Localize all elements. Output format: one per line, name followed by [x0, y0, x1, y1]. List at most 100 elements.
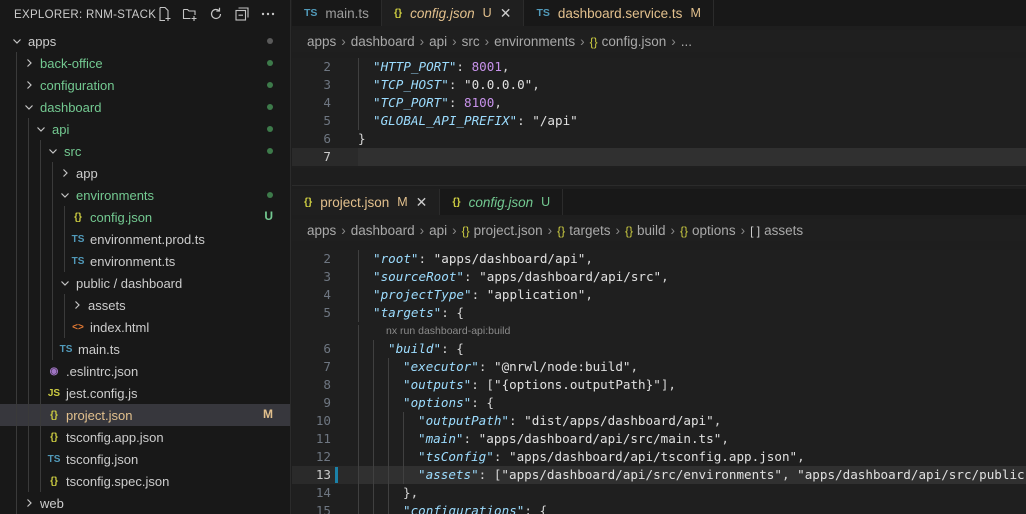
bottom-editor[interactable]: 2 "root": "apps/dashboard/api", 3 "sourceRo…	[292, 250, 1026, 514]
tree-folder[interactable]: api	[0, 118, 290, 140]
chevron-down-icon	[10, 34, 24, 48]
chevron-right-icon	[22, 496, 36, 510]
breadcrumb-item[interactable]: dashboard	[351, 223, 415, 238]
code-line[interactable]: 7	[292, 148, 1026, 166]
tree-folder[interactable]: configuration	[0, 74, 290, 96]
code-line[interactable]: 14},	[292, 484, 1026, 502]
code-line[interactable]: 12 "tsConfig": "apps/dashboard/api/tsconf…	[292, 448, 1026, 466]
tree-folder[interactable]: app	[0, 162, 290, 184]
tree-file[interactable]: TS environment.prod.ts	[0, 228, 290, 250]
code-token: ],	[660, 377, 676, 392]
tree-folder[interactable]: apps	[0, 30, 290, 52]
tree-file[interactable]: ◉ .eslintrc.json	[0, 360, 290, 382]
code-line[interactable]: 6}	[292, 130, 1026, 148]
tree-folder[interactable]: environments	[0, 184, 290, 206]
breadcrumb-item[interactable]: {} build	[625, 223, 666, 238]
code-token: :	[509, 413, 525, 428]
editor-tab[interactable]: {} project.json M ✕	[292, 189, 441, 215]
code-line[interactable]: 5 "targets": {	[292, 304, 1026, 322]
code-line[interactable]: 9 "options": {	[292, 394, 1026, 412]
editor-tab[interactable]: {} config.json U	[440, 189, 564, 215]
tree-file[interactable]: TS environment.ts	[0, 250, 290, 272]
code-line[interactable]: 7 "executor": "@nrwl/node:build",	[292, 358, 1026, 376]
chevron-right-icon: ›	[740, 222, 746, 238]
tree-folder[interactable]: back-office	[0, 52, 290, 74]
tree-file[interactable]: JS jest.config.js	[0, 382, 290, 404]
indent-guide	[28, 426, 29, 448]
new-folder-icon[interactable]	[182, 6, 198, 22]
more-icon[interactable]	[260, 6, 276, 22]
breadcrumb-label: environments	[494, 33, 576, 49]
collapse-all-icon[interactable]	[234, 6, 250, 22]
code-text: "tsConfig": "apps/dashboard/api/tsconfig…	[418, 448, 805, 466]
code-line[interactable]: 13 "assets": ["apps/dashboard/api/src/env…	[292, 466, 1026, 484]
code-token: : [	[471, 377, 494, 392]
breadcrumb-item[interactable]: {} config.json	[590, 34, 667, 49]
tree-folder[interactable]: assets	[0, 294, 290, 316]
new-file-icon[interactable]	[156, 6, 172, 22]
code-line[interactable]: 5 "GLOBAL_API_PREFIX": "/api"	[292, 112, 1026, 130]
tree-file[interactable]: {} config.json U	[0, 206, 290, 228]
breadcrumb-item[interactable]: {} targets	[557, 223, 610, 238]
codelens[interactable]: nx run dashboard-api:build	[292, 322, 1026, 343]
breadcrumb-item[interactable]: environments	[494, 34, 575, 49]
code-line[interactable]: 6 "build": {	[292, 340, 1026, 358]
indent-guide	[64, 250, 65, 272]
indent-guide	[40, 470, 41, 492]
breadcrumb-item[interactable]: {} project.json	[462, 223, 543, 238]
breadcrumb-item[interactable]: {} options	[680, 223, 736, 238]
tree-file[interactable]: {} tsconfig.spec.json	[0, 470, 290, 492]
indent-guide	[388, 448, 389, 466]
indent-guide	[40, 206, 41, 228]
tree-file[interactable]: <> index.html	[0, 316, 290, 338]
git-status-badge: U	[264, 209, 273, 223]
tree-folder[interactable]: web	[0, 492, 290, 514]
tree-item-label: app	[76, 165, 98, 181]
breadcrumb-label: api	[429, 33, 448, 49]
tree-folder[interactable]: src	[0, 140, 290, 162]
breadcrumb-item[interactable]: apps	[307, 34, 336, 49]
breadcrumb-label: config.json	[601, 33, 667, 49]
code-line[interactable]: 3 "TCP_HOST": "0.0.0.0",	[292, 76, 1026, 94]
editor-tab[interactable]: TS main.ts	[292, 0, 382, 26]
close-icon[interactable]: ✕	[500, 5, 512, 22]
code-line[interactable]: 2 "HTTP_PORT": 8001,	[292, 58, 1026, 76]
code-line[interactable]: 11 "main": "apps/dashboard/api/src/main.t…	[292, 430, 1026, 448]
code-token: : {	[524, 503, 548, 514]
editor-tab[interactable]: TS dashboard.service.ts M	[524, 0, 714, 26]
code-line[interactable]: 3 "sourceRoot": "apps/dashboard/api/src",	[292, 268, 1026, 286]
code-text: }	[358, 130, 366, 148]
file-type-icon: TS	[71, 233, 85, 245]
tree-folder[interactable]: dashboard	[0, 96, 290, 118]
code-line[interactable]: 8 "outputs": ["{options.outputPath}"],	[292, 376, 1026, 394]
indent-guide	[16, 492, 17, 514]
top-editor[interactable]: 2 "HTTP_PORT": 8001, 3 "TCP_HOST": "0.0.0.0…	[292, 58, 1026, 168]
tree-file[interactable]: {} tsconfig.app.json	[0, 426, 290, 448]
code-line[interactable]: 4 "projectType": "application",	[292, 286, 1026, 304]
git-status-dot	[267, 126, 273, 132]
line-number: 15	[315, 503, 331, 514]
close-icon[interactable]: ✕	[416, 194, 428, 211]
code-token: },	[403, 485, 419, 500]
code-line[interactable]: 4 "TCP_PORT": 8100,	[292, 94, 1026, 112]
breadcrumb-item[interactable]: [ ] assets	[750, 223, 803, 238]
editor-tab[interactable]: {} config.json U ✕	[381, 0, 525, 26]
breadcrumb-item[interactable]: apps	[307, 223, 336, 238]
tree-file[interactable]: TS tsconfig.json	[0, 448, 290, 470]
breadcrumb-item[interactable]: ...	[681, 34, 692, 49]
refresh-icon[interactable]	[208, 6, 224, 22]
indent-guide	[28, 360, 29, 382]
code-token: "outputs"	[403, 377, 472, 392]
code-line[interactable]: 15 "configurations": {	[292, 502, 1026, 514]
code-line[interactable]: 10 "outputPath": "dist/apps/dashboard/api…	[292, 412, 1026, 430]
tree-file[interactable]: {} project.json M	[0, 404, 290, 426]
breadcrumb-item[interactable]: api	[429, 223, 447, 238]
editor-group-divider[interactable]	[292, 185, 1026, 186]
breadcrumb-item[interactable]: api	[429, 34, 447, 49]
breadcrumb-item[interactable]: src	[462, 34, 480, 49]
breadcrumb-item[interactable]: dashboard	[351, 34, 415, 49]
tree-folder[interactable]: public / dashboard	[0, 272, 290, 294]
tree-file[interactable]: TS main.ts	[0, 338, 290, 360]
code-line[interactable]: 2 "root": "apps/dashboard/api",	[292, 250, 1026, 268]
code-text: "HTTP_PORT": 8001,	[373, 58, 510, 76]
